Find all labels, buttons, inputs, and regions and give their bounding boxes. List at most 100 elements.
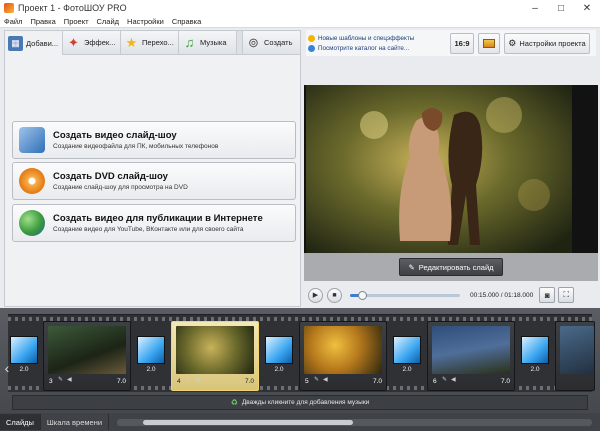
create-video-slideshow-button[interactable]: Создать видео слайд-шоу Создание видеофа… [12,121,296,159]
pencil-icon: ✎ [186,377,192,383]
menu-project[interactable]: Проект [60,17,93,26]
snapshot-button[interactable]: ◙ [539,287,556,303]
video-file-icon [19,127,45,153]
tab-create-label: Создать [264,38,293,47]
menu-bar: Файл Правка Проект Слайд Настройки Справ… [0,16,600,28]
add-photos-icon: ▦ [8,35,23,51]
menu-help[interactable]: Справка [168,17,205,26]
catalog-link[interactable]: Посмотрите каталог на сайте... [308,43,442,53]
slide-thumbnail [560,326,594,374]
option-subtitle: Создание слайд-шоу для просмотра на DVD [53,184,188,191]
storyboard: ‹ › 2.0 2.0 2.0 2.0 2.0 3 ✎◀ 7.0 4 ✎◀ 7.… [0,308,600,413]
tab-bar: ▦ Добави... ✦ Эффек... ★ Перехо... ♫ Муз… [5,31,300,55]
transition-duration: 2.0 [274,366,284,373]
transitions-star-icon: ★ [125,34,138,50]
music-hint-text: Дважды кликните для добавления музыки [241,399,370,406]
project-settings-button[interactable]: ⚙ Настройки проекта [504,32,590,54]
new-templates-link[interactable]: Новые шаблоны и спецэффекты [308,33,442,43]
app-logo-icon [4,3,14,13]
tab-create[interactable]: ⊚ Создать [242,31,300,54]
menu-file[interactable]: Файл [0,17,26,26]
sound-icon: ◀ [195,377,200,383]
playback-handle[interactable] [358,290,368,300]
option-title: Создать DVD слайд-шоу [53,171,168,182]
slide-thumbnail [432,326,510,374]
pencil-icon: ✎ [314,377,320,383]
tab-transitions-label: Перехо... [142,38,174,47]
maximize-button[interactable]: □ [548,0,574,16]
create-dvd-slideshow-button[interactable]: Создать DVD слайд-шоу Создание слайд-шоу… [12,162,296,200]
menu-edit[interactable]: Правка [26,17,59,26]
new-templates-label: Новые шаблоны и спецэффекты [318,34,415,42]
music-note-icon: ♫ [184,35,195,50]
option-subtitle: Создание видео для YouTube, ВКонтакте ил… [53,226,244,233]
effects-icon: ✦ [68,34,79,50]
sound-icon: ◀ [451,377,456,383]
dvd-disc-icon [19,168,45,194]
horizontal-scrollbar[interactable] [117,418,592,426]
tab-slides[interactable]: Слайды [0,414,41,430]
slide-thumbnail [304,326,382,374]
create-web-video-button[interactable]: Создать видео для публикации в Интернете… [12,204,296,242]
slide-thumbnail [48,326,126,374]
slide-duration: 7.0 [244,378,254,385]
fullscreen-button[interactable]: ⛶ [558,287,575,303]
slide-thumbnail [176,326,254,374]
tab-effects[interactable]: ✦ Эффек... [63,31,121,54]
playback-slider[interactable] [350,290,460,300]
option-title: Создать видео слайд-шоу [53,130,177,141]
transition-duration: 2.0 [530,366,540,373]
music-track[interactable]: ♻ Дважды кликните для добавления музыки [12,395,588,410]
edit-bar: ✎ Редактировать слайд [304,253,598,281]
play-button[interactable]: ▶ [308,287,323,303]
slide-duration: 7.0 [116,378,126,385]
close-button[interactable]: ✕ [574,0,600,16]
sound-icon: ◀ [323,377,328,383]
transition-thumb[interactable] [137,336,165,364]
sound-icon: ◀ [67,377,72,383]
bottom-bar: Слайды Шкала времени [0,413,600,431]
catalog-label: Посмотрите каталог на сайте... [318,44,410,52]
transition-duration: 2.0 [146,366,156,373]
slide-duration: 7.0 [500,378,510,385]
camera-icon: ◙ [544,290,550,300]
tab-timeline[interactable]: Шкала времени [41,414,110,430]
title-bar: Проект 1 - ФотоШОУ PRO – □ ✕ [0,0,600,16]
pencil-icon: ✎ [58,377,64,383]
aspect-ratio-button[interactable]: 16:9 [450,32,474,54]
gear-icon: ⚙ [508,37,517,48]
transition-duration: 2.0 [402,366,412,373]
player-controls: ▶ ■ 00:15.000 / 01:18.000 ◙ ⛶ [304,284,598,306]
menu-slide[interactable]: Слайд [93,17,124,26]
transition-thumb[interactable] [265,336,293,364]
tab-effects-label: Эффек... [84,38,116,47]
tab-add[interactable]: ▦ Добави... [5,31,63,55]
slide-card[interactable]: 3 ✎ ◀ 7.0 [43,321,131,391]
scrollbar-thumb[interactable] [143,419,354,425]
preview-image [304,85,598,253]
stop-icon: ■ [332,291,337,299]
transition-thumb[interactable] [10,336,38,364]
background-image-button[interactable] [478,32,500,54]
slide-card[interactable]: 6 ✎ ◀ 7.0 [427,321,515,391]
transition-thumb[interactable] [393,336,421,364]
stop-button[interactable]: ■ [327,287,342,303]
transition-thumb[interactable] [521,336,549,364]
star-badge-icon [308,34,315,42]
minimize-button[interactable]: – [522,0,548,16]
menu-settings[interactable]: Настройки [123,17,168,26]
tab-add-label: Добави... [26,38,59,48]
edit-slide-button[interactable]: ✎ Редактировать слайд [399,258,503,276]
tab-music[interactable]: ♫ Музыка [179,31,237,54]
option-subtitle: Создание видеофайла для ПК, мобильных те… [53,143,219,150]
image-icon [483,38,495,48]
slide-card-selected[interactable]: 4 ✎ ◀ 7.0 [171,321,259,391]
project-settings-label: Настройки проекта [519,38,586,48]
slide-duration: 7.0 [372,378,382,385]
film-reel-icon: ⊚ [248,34,259,50]
pencil-icon: ✎ [442,377,448,383]
tab-transitions[interactable]: ★ Перехо... [121,31,179,54]
slide-card[interactable] [555,321,595,391]
preview-toolbar: Новые шаблоны и спецэффекты Посмотрите к… [306,30,596,56]
slide-card[interactable]: 5 ✎ ◀ 7.0 [299,321,387,391]
